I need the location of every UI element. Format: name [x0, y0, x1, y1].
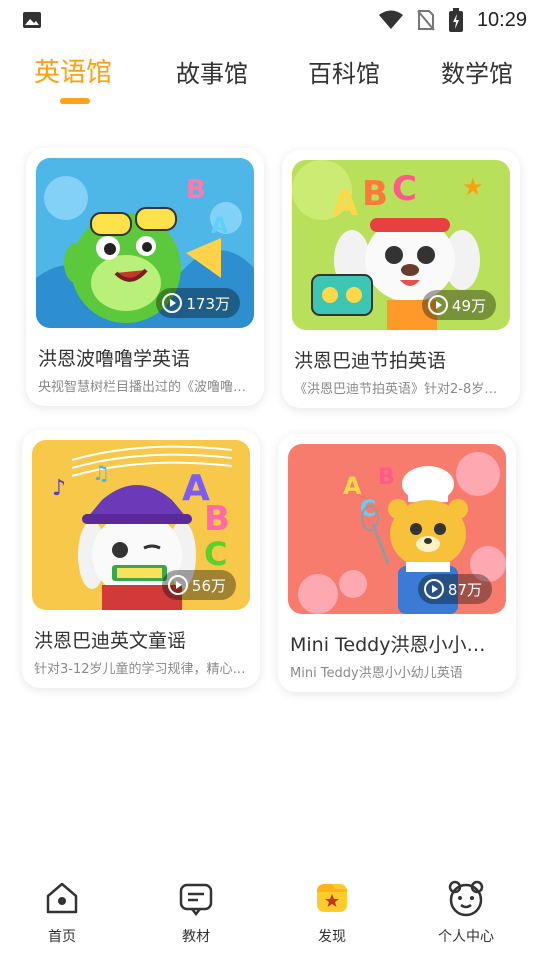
course-cover-image: ♪ ♫ A B C 56万	[32, 440, 250, 610]
play-count: 56万	[191, 576, 226, 595]
play-count: 173万	[186, 294, 230, 313]
nav-discover[interactable]: 发现	[282, 878, 382, 956]
svg-text:★: ★	[462, 173, 484, 201]
nav-label: 教材	[182, 929, 210, 945]
course-title: 洪恩波噜噜学英语	[38, 348, 191, 370]
play-count: 49万	[451, 296, 486, 315]
textbook-icon	[176, 878, 216, 918]
wifi-icon	[378, 10, 403, 30]
course-card-2[interactable]: A B C ★ 49万 洪恩巴迪节拍英语 《洪恩巴迪节拍英语》针对2-8岁儿童	[282, 150, 520, 408]
profile-bear-icon	[446, 878, 486, 918]
svg-text:B: B	[362, 174, 388, 214]
svg-text:B: B	[204, 499, 230, 539]
svg-text:A: A	[343, 472, 362, 500]
course-grid: B A 173万 洪恩波噜噜学英语 央视智慧树栏目播出过的《波噜噜学 A B C…	[0, 138, 541, 698]
course-cover-image: B A 173万	[36, 158, 254, 328]
course-description: 《洪恩巴迪节拍英语》针对2-8岁儿童	[294, 382, 508, 397]
play-icon	[167, 575, 188, 595]
course-card-4[interactable]: A C B 87万 Mini Teddy洪恩小小幼儿 Mini Teddy洪恩小…	[278, 434, 516, 692]
svg-text:C: C	[204, 535, 227, 573]
svg-text:A: A	[332, 184, 359, 224]
battery-charging-icon	[448, 8, 463, 32]
course-description: 央视智慧树栏目播出过的《波噜噜学英语》	[38, 380, 252, 395]
play-count-badge: 49万	[421, 290, 496, 320]
play-count: 87万	[447, 580, 482, 599]
play-count-badge: 56万	[161, 570, 236, 600]
tab-story[interactable]: 故事馆	[176, 54, 248, 89]
svg-text:B: B	[186, 175, 206, 205]
category-tabs: 英语馆 故事馆 百科馆 数学馆	[0, 48, 541, 108]
course-title: 洪恩巴迪英文童谣	[34, 630, 187, 652]
active-tab-indicator	[60, 98, 90, 104]
no-sim-icon	[417, 9, 435, 31]
app-screen: 10:29 英语馆 故事馆 百科馆 数学馆 B A 173万 洪恩波噜噜学英语 …	[0, 0, 541, 962]
tab-english[interactable]: 英语馆	[34, 52, 112, 89]
nav-profile[interactable]: 个人中心	[416, 878, 516, 956]
course-description: Mini Teddy洪恩小小幼儿英语	[290, 666, 463, 681]
course-title: Mini Teddy洪恩小小幼儿英语	[290, 634, 504, 656]
nav-textbook[interactable]: 教材	[146, 878, 246, 956]
status-bar: 10:29	[0, 0, 541, 40]
status-time: 10:29	[476, 8, 527, 31]
play-count-badge: 173万	[156, 288, 240, 318]
nav-label: 首页	[48, 929, 76, 945]
course-description: 针对3-12岁儿童的学习规律，精心打造	[34, 662, 248, 677]
svg-text:A: A	[211, 214, 228, 239]
course-title: 洪恩巴迪节拍英语	[294, 350, 447, 372]
play-icon	[162, 293, 183, 313]
image-icon	[22, 11, 42, 29]
play-count-badge: 87万	[417, 574, 492, 604]
svg-text:B: B	[378, 465, 395, 490]
play-icon	[423, 579, 444, 599]
tab-math[interactable]: 数学馆	[441, 54, 513, 89]
discover-icon	[312, 878, 352, 918]
course-cover-image: A C B 87万	[288, 444, 506, 614]
svg-text:♪: ♪	[52, 476, 66, 501]
svg-text:C: C	[392, 169, 417, 209]
nav-label: 个人中心	[438, 929, 494, 945]
svg-text:♫: ♫	[92, 461, 110, 485]
play-icon	[427, 295, 448, 315]
tab-encyclopedia[interactable]: 百科馆	[308, 54, 380, 89]
bottom-nav: 首页 教材 发现 个人中心	[0, 870, 541, 962]
course-cover-image: A B C ★ 49万	[292, 160, 510, 330]
home-icon	[42, 878, 82, 918]
course-card-1[interactable]: B A 173万 洪恩波噜噜学英语 央视智慧树栏目播出过的《波噜噜学	[26, 148, 264, 406]
nav-label: 发现	[318, 929, 346, 945]
nav-home[interactable]: 首页	[12, 878, 112, 956]
course-card-3[interactable]: ♪ ♫ A B C 56万 洪恩巴迪英文童谣 针对3-12岁儿童的学习规律，精心…	[22, 430, 260, 688]
